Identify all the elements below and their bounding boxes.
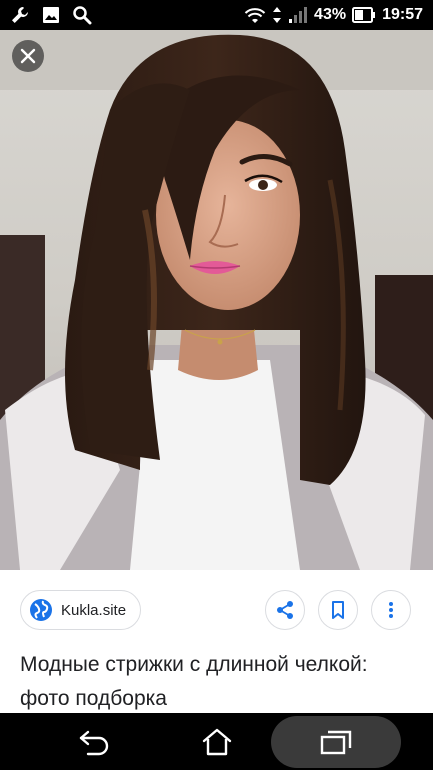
share-icon (277, 601, 293, 619)
source-name: Kukla.site (61, 601, 127, 619)
signal-icon (288, 6, 308, 24)
recents-button[interactable] (301, 713, 371, 770)
home-button[interactable] (182, 713, 252, 770)
globe-icon (29, 598, 53, 622)
share-button[interactable] (265, 590, 305, 630)
battery-icon (352, 6, 376, 24)
status-right-icons: 43% 19:57 (244, 6, 423, 24)
back-button[interactable] (60, 713, 130, 770)
result-info-panel: Kukla.site Модные стрижки с длинной челк… (0, 570, 433, 713)
image-viewer[interactable] (0, 30, 433, 570)
status-bar: 43% 19:57 (0, 0, 433, 30)
data-arrows-icon (272, 6, 282, 24)
clock: 19:57 (382, 6, 423, 23)
bookmark-icon (332, 601, 344, 619)
status-left-icons (10, 5, 92, 25)
wifi-icon (244, 6, 266, 24)
save-button[interactable] (318, 590, 358, 630)
photo (0, 30, 433, 570)
more-button[interactable] (371, 590, 411, 630)
result-title[interactable]: Модные стрижки с длинной челкой: фото по… (20, 648, 420, 716)
recents-icon (320, 730, 352, 754)
battery-percent: 43% (314, 6, 347, 23)
search-icon (72, 5, 92, 25)
navigation-bar (0, 713, 433, 770)
source-chip[interactable]: Kukla.site (20, 590, 142, 630)
wrench-icon (10, 5, 30, 25)
close-button[interactable] (12, 40, 44, 72)
more-vert-icon (389, 602, 393, 618)
home-icon (202, 728, 232, 755)
close-icon (20, 48, 36, 64)
image-icon (42, 6, 60, 24)
back-icon (79, 730, 109, 755)
